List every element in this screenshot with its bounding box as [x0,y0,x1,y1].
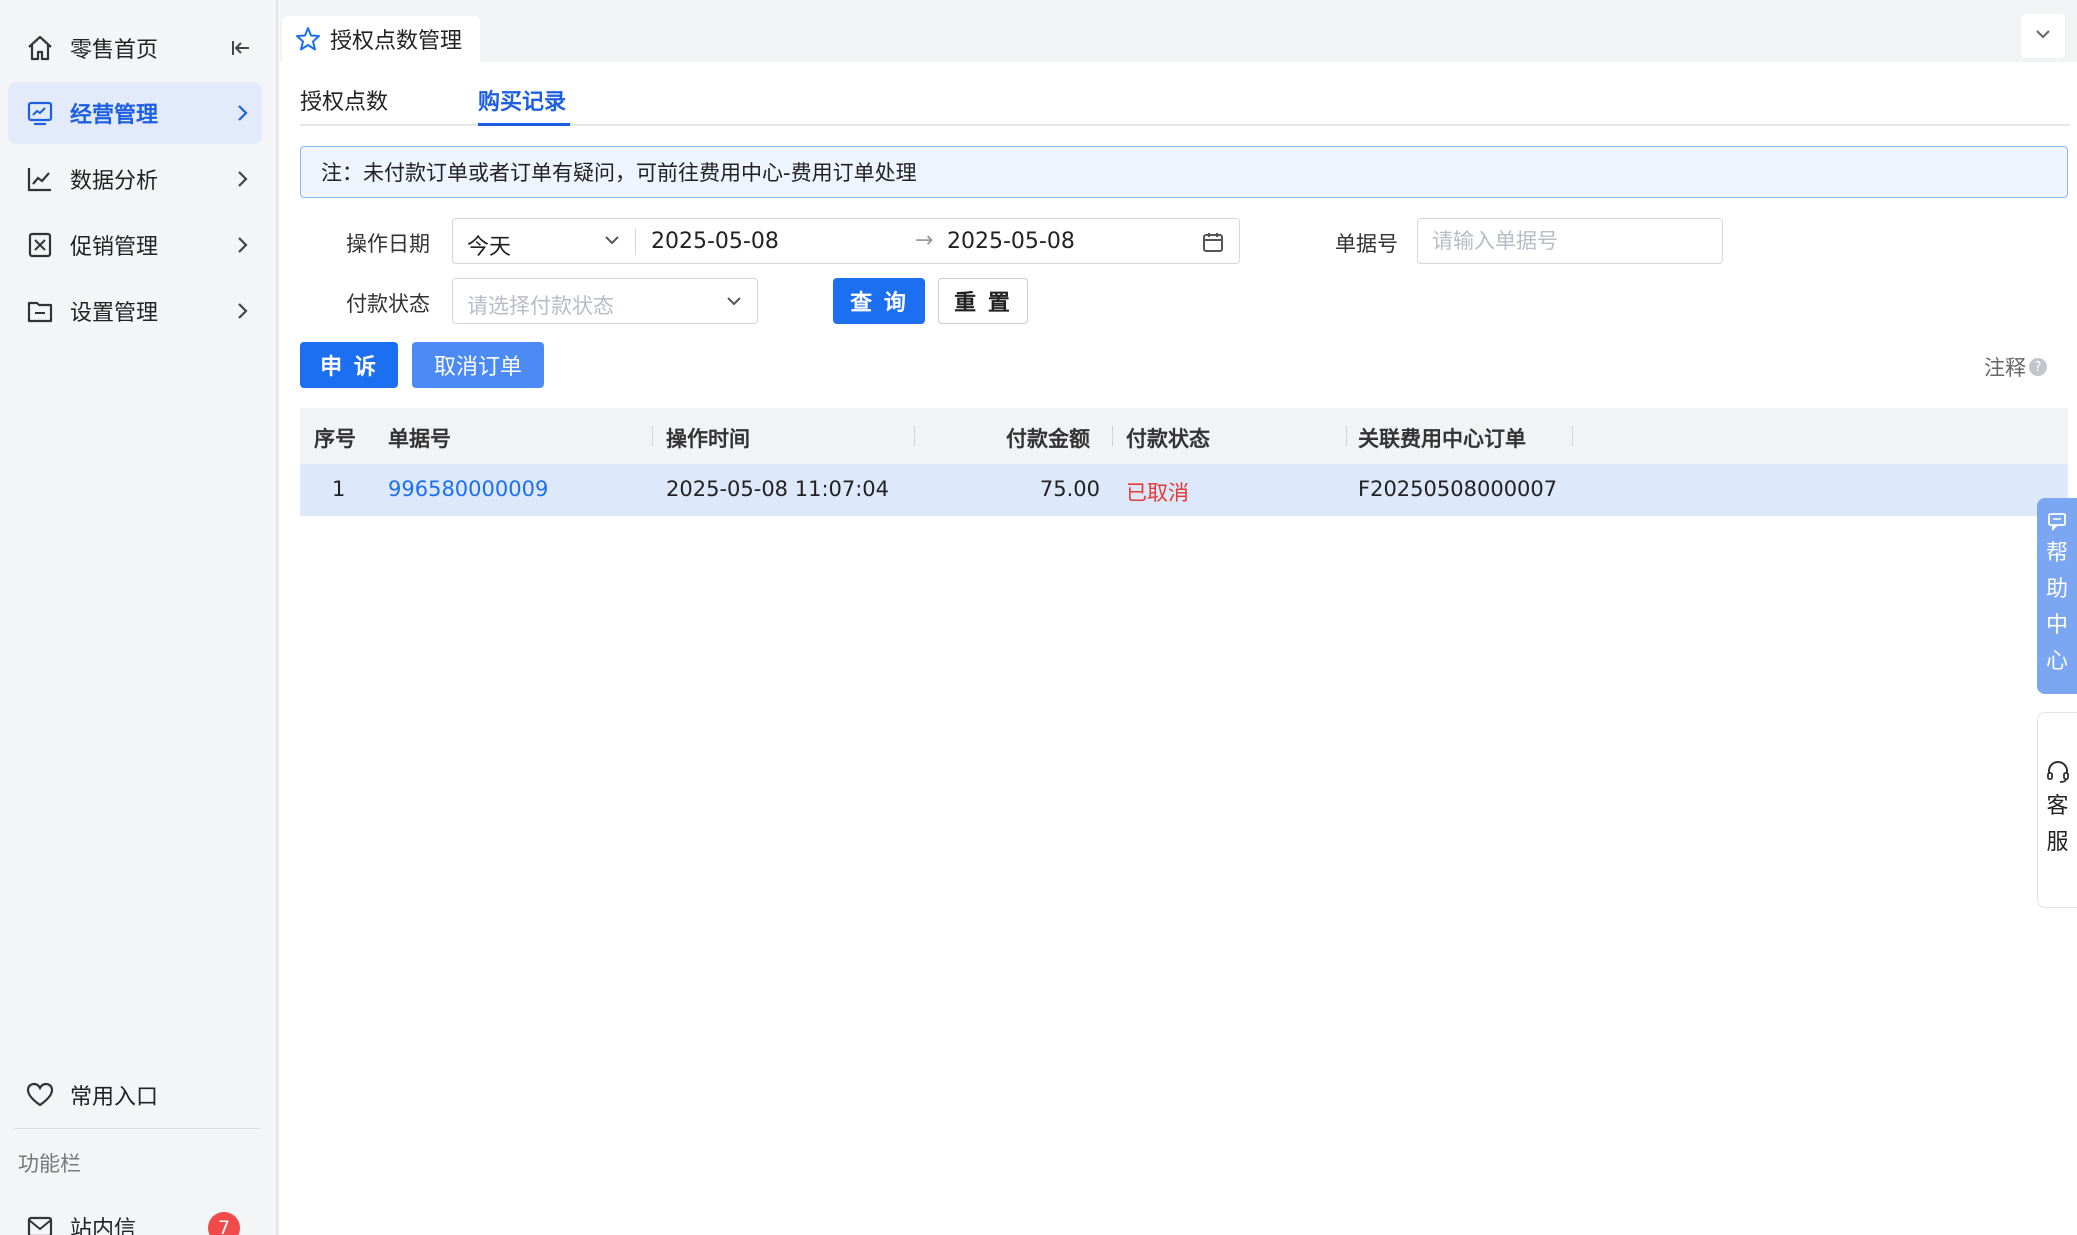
column-header-seq: 序号 [314,427,356,451]
column-header-pay-status: 付款状态 [1126,427,1210,451]
doc-no-input[interactable] [1417,218,1723,264]
sidebar-item-data-analysis[interactable]: 数据分析 [8,148,262,210]
active-tab-indicator [478,123,570,126]
chat-icon [2046,510,2068,536]
table-header: 序号 单据号 操作时间 付款金额 付款状态 关联费用中心订单 [300,408,2068,464]
date-filter-label: 操作日期 [346,232,430,256]
cancel-order-button[interactable]: 取消订单 [412,342,544,388]
notice-banner: 注：未付款订单或者订单有疑问，可前往费用中心-费用订单处理 [300,146,2068,198]
column-header-op-time: 操作时间 [666,427,750,451]
sidebar-item-promotion-mgmt[interactable]: 促销管理 [8,214,262,276]
page-tab-auth-points[interactable]: 授权点数管理 [282,16,480,62]
column-header-doc-no: 单据号 [388,427,451,451]
chevron-down-icon [723,290,745,316]
tab-list-dropdown[interactable] [2021,14,2065,58]
subtabs: 授权点数 购买记录 [300,78,2070,126]
preset-divider [635,229,636,255]
help-question-icon: ? [2029,358,2047,376]
function-bar-label: 功能栏 [18,1152,81,1176]
service-char: 客 [2046,794,2069,819]
line-chart-icon [20,164,60,194]
records-table: 序号 单据号 操作时间 付款金额 付款状态 关联费用中心订单 1 9965800… [300,408,2068,516]
help-char: 帮 [2045,541,2068,566]
chevron-right-icon [222,300,262,322]
sidebar-item-label: 经营管理 [70,103,159,128]
cell-pay-status: 已取消 [1126,481,1189,505]
date-range-picker[interactable]: 今天 2025-05-08 → 2025-05-08 [452,218,1240,264]
help-center-float[interactable]: 帮 助 中 心 [2037,498,2077,694]
column-header-related-order: 关联费用中心订单 [1358,427,1526,451]
annotation-label: 注释 [1984,356,2026,380]
tab-auth-points[interactable]: 授权点数 [300,84,388,116]
table-row[interactable]: 1 996580000009 2025-05-08 11:07:04 75.00… [300,464,2068,516]
sidebar-item-label: 设置管理 [70,301,159,326]
range-arrow-icon: → [915,228,934,253]
pay-status-label: 付款状态 [346,292,430,316]
chevron-right-icon [222,234,262,256]
reset-button[interactable]: 重 置 [938,278,1028,324]
tab-purchase-records[interactable]: 购买记录 [478,84,566,116]
favorites-entry[interactable]: 常用入口 [8,1064,262,1126]
cell-related-order: F20250508000007 [1358,477,1558,501]
star-icon[interactable] [294,25,322,53]
app-root: 零售首页 经营管理 数据分析 促销管理 设置管理 常用入口 功能栏 站内信 7 … [0,0,2077,1235]
chevron-down-icon [2033,24,2053,48]
sidebar-divider [14,1128,260,1129]
folder-icon [20,296,60,326]
help-char: 中 [2045,613,2068,638]
help-char: 心 [2045,649,2068,674]
promo-icon [20,230,60,260]
sidebar-item-label: 促销管理 [70,235,159,260]
favorites-label: 常用入口 [70,1085,159,1110]
home-icon [20,33,60,63]
annotation-link[interactable]: 注释 ? [1984,352,2047,382]
help-char: 助 [2045,577,2068,602]
column-separator [652,426,653,446]
cell-op-time: 2025-05-08 11:07:04 [666,477,890,501]
column-separator [1572,426,1573,446]
pay-status-select[interactable]: 请选择付款状态 [452,278,758,324]
query-button[interactable]: 查 询 [833,278,925,324]
sidebar-item-label: 零售首页 [70,38,159,63]
doc-no-label: 单据号 [1335,232,1398,256]
date-end-input[interactable]: 2025-05-08 [947,229,1075,254]
sidebar-item-label: 数据分析 [70,169,159,194]
chevron-down-icon[interactable] [601,229,623,255]
column-separator [1112,426,1113,446]
headset-icon [2045,759,2071,789]
notice-text: 注：未付款订单或者订单有疑问，可前往费用中心-费用订单处理 [321,161,917,185]
chevron-right-icon [222,168,262,190]
appeal-button[interactable]: 申 诉 [300,342,398,388]
date-preset-value[interactable]: 今天 [467,229,511,261]
mail-icon [20,1212,60,1235]
sidebar-item-business-mgmt[interactable]: 经营管理 [8,82,262,144]
cell-amount: 75.00 [1039,477,1100,501]
heart-icon [20,1080,60,1110]
column-header-amount: 付款金额 [1006,427,1090,451]
sidebar: 零售首页 经营管理 数据分析 促销管理 设置管理 常用入口 功能栏 站内信 7 [0,0,278,1235]
sidebar-item-settings-mgmt[interactable]: 设置管理 [8,280,262,342]
calendar-icon[interactable] [1201,230,1225,258]
service-char: 服 [2046,830,2069,855]
column-separator [914,426,915,446]
cell-doc-no-link[interactable]: 996580000009 [388,477,548,501]
sidebar-item-retail-home[interactable]: 零售首页 [8,17,262,79]
column-separator [1346,426,1347,446]
cell-seq: 1 [332,477,346,501]
pay-status-placeholder: 请选择付款状态 [467,294,614,318]
collapse-sidebar-icon[interactable] [222,35,262,61]
page-tabbar: 授权点数管理 [280,0,2077,62]
date-start-input[interactable]: 2025-05-08 [651,229,779,254]
monitor-chart-icon [20,98,60,128]
page-tab-label: 授权点数管理 [330,29,463,54]
customer-service-float[interactable]: 客 服 [2037,712,2077,908]
chevron-right-icon [222,102,262,124]
main-content: 授权点数管理 授权点数 购买记录 注：未付款订单或者订单有疑问，可前往费用中心-… [280,0,2077,1235]
